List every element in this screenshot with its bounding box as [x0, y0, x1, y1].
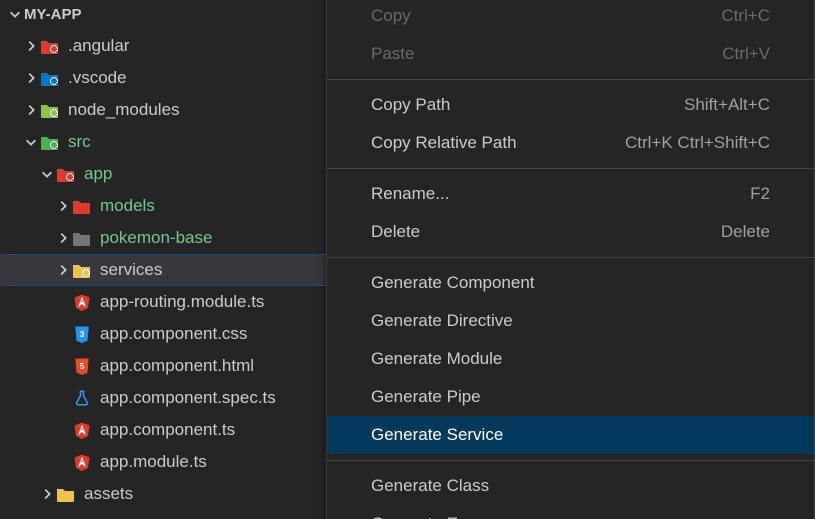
context-menu-item-label: Copy Path	[371, 95, 450, 115]
context-menu-item-label: Delete	[371, 222, 420, 242]
context-menu: Copy Ctrl+C Paste Ctrl+V Copy Path Shift+Alt+…	[326, 0, 815, 519]
tree-item-label: app.component.ts	[100, 420, 235, 440]
chevron-down-icon	[6, 5, 24, 23]
folder-icon	[72, 196, 92, 216]
context-menu-separator	[327, 257, 814, 258]
tree-item-label: services	[100, 260, 162, 280]
folder-icon	[56, 484, 76, 504]
context-menu-item-shortcut: Ctrl+K Ctrl+Shift+C	[625, 133, 770, 153]
context-menu-item-generate-enum[interactable]: Generate Enum	[327, 505, 814, 519]
chevron-right-icon[interactable]	[22, 103, 40, 117]
context-menu-item-shortcut: Ctrl+C	[721, 6, 770, 26]
context-menu-item-shortcut: Shift+Alt+C	[684, 95, 770, 115]
chevron-down-icon[interactable]	[22, 135, 40, 149]
context-menu-item-label: Generate Class	[371, 476, 489, 496]
folder-row-app[interactable]: app	[0, 158, 326, 190]
project-name: MY-APP	[24, 6, 82, 23]
tree-item-label: assets	[84, 484, 133, 504]
context-menu-item-label: Copy Relative Path	[371, 133, 517, 153]
chevron-right-icon[interactable]	[54, 231, 72, 245]
context-menu-item-generate-directive[interactable]: Generate Directive	[327, 302, 814, 340]
context-menu-item-generate-pipe[interactable]: Generate Pipe	[327, 378, 814, 416]
file-row-app-component-spec-ts[interactable]: app.component.spec.ts	[0, 382, 326, 414]
tree-item-label: node_modules	[68, 100, 180, 120]
context-menu-item-label: Paste	[371, 44, 414, 64]
chevron-down-icon[interactable]	[38, 167, 56, 181]
angular-file-icon	[72, 452, 92, 472]
context-menu-item-label: Generate Directive	[371, 311, 513, 331]
tree-item-label: src	[68, 132, 91, 152]
folder-icon	[56, 164, 76, 184]
context-menu-item-paste: Paste Ctrl+V	[327, 35, 814, 73]
file-row-app-routing-module-ts[interactable]: app-routing.module.ts	[0, 286, 326, 318]
folder-icon	[40, 68, 60, 88]
angular-file-icon	[72, 292, 92, 312]
chevron-right-icon[interactable]	[22, 39, 40, 53]
file-row-app-module-ts[interactable]: app.module.ts	[0, 446, 326, 478]
tree-item-label: pokemon-base	[100, 228, 212, 248]
html-file-icon: 5	[72, 356, 92, 376]
chevron-right-icon[interactable]	[38, 487, 56, 501]
context-menu-item-shortcut: F2	[750, 184, 770, 204]
context-menu-item-copy: Copy Ctrl+C	[327, 0, 814, 35]
folder-icon	[40, 36, 60, 56]
context-menu-item-label: Generate Pipe	[371, 387, 481, 407]
folder-row-models[interactable]: models	[0, 190, 326, 222]
context-menu-separator	[327, 79, 814, 80]
svg-text:5: 5	[80, 362, 85, 371]
chevron-right-icon[interactable]	[54, 263, 72, 277]
tree-item-label: app.component.css	[100, 324, 247, 344]
context-menu-item-shortcut: Ctrl+V	[722, 44, 770, 64]
context-menu-item-delete[interactable]: Delete Delete	[327, 213, 814, 251]
chevron-right-icon[interactable]	[22, 71, 40, 85]
folder-icon	[72, 260, 92, 280]
tree-item-label: .vscode	[68, 68, 127, 88]
angular-file-icon	[72, 420, 92, 440]
file-explorer: MY-APP .angular .vscode node_modulessrc app…	[0, 0, 326, 519]
context-menu-item-label: Generate Component	[371, 273, 535, 293]
folder-row-angular[interactable]: .angular	[0, 30, 326, 62]
context-menu-item-copy-relative-path[interactable]: Copy Relative Path Ctrl+K Ctrl+Shift+C	[327, 124, 814, 162]
tree-item-label: app	[84, 164, 112, 184]
file-row-app-component-css[interactable]: 3 app.component.css	[0, 318, 326, 350]
svg-text:3: 3	[80, 330, 85, 339]
tree-item-label: .angular	[68, 36, 129, 56]
chevron-right-icon[interactable]	[54, 199, 72, 213]
context-menu-separator	[327, 460, 814, 461]
context-menu-item-label: Generate Service	[371, 425, 503, 445]
file-row-app-component-html[interactable]: 5 app.component.html	[0, 350, 326, 382]
context-menu-item-copy-path[interactable]: Copy Path Shift+Alt+C	[327, 86, 814, 124]
folder-row-node-modules[interactable]: node_modules	[0, 94, 326, 126]
tree-item-label: app.module.ts	[100, 452, 207, 472]
context-menu-item-generate-module[interactable]: Generate Module	[327, 340, 814, 378]
folder-row-src[interactable]: src	[0, 126, 326, 158]
context-menu-item-label: Generate Module	[371, 349, 502, 369]
folder-icon	[40, 100, 60, 120]
context-menu-item-generate-class[interactable]: Generate Class	[327, 467, 814, 505]
tree-item-label: app.component.html	[100, 356, 254, 376]
file-tree: .angular .vscode node_modulessrc app models p…	[0, 28, 326, 510]
explorer-section-header[interactable]: MY-APP	[0, 0, 326, 28]
folder-row-pokemon-base[interactable]: pokemon-base	[0, 222, 326, 254]
tree-item-label: models	[100, 196, 155, 216]
tree-item-label: app.component.spec.ts	[100, 388, 276, 408]
folder-row-assets[interactable]: assets	[0, 478, 326, 510]
folder-row-vscode[interactable]: .vscode	[0, 62, 326, 94]
tree-item-label: app-routing.module.ts	[100, 292, 264, 312]
folder-icon	[72, 228, 92, 248]
context-menu-item-label: Copy	[371, 6, 411, 26]
context-menu-item-shortcut: Delete	[721, 222, 770, 242]
context-menu-item-rename[interactable]: Rename... F2	[327, 175, 814, 213]
context-menu-item-generate-service[interactable]: Generate Service	[327, 416, 814, 454]
folder-row-services[interactable]: services	[0, 254, 326, 286]
context-menu-separator	[327, 168, 814, 169]
context-menu-item-label: Generate Enum	[371, 514, 491, 519]
test-file-icon	[72, 388, 92, 408]
context-menu-item-label: Rename...	[371, 184, 449, 204]
folder-icon	[40, 132, 60, 152]
css-file-icon: 3	[72, 324, 92, 344]
context-menu-item-generate-component[interactable]: Generate Component	[327, 264, 814, 302]
file-row-app-component-ts[interactable]: app.component.ts	[0, 414, 326, 446]
